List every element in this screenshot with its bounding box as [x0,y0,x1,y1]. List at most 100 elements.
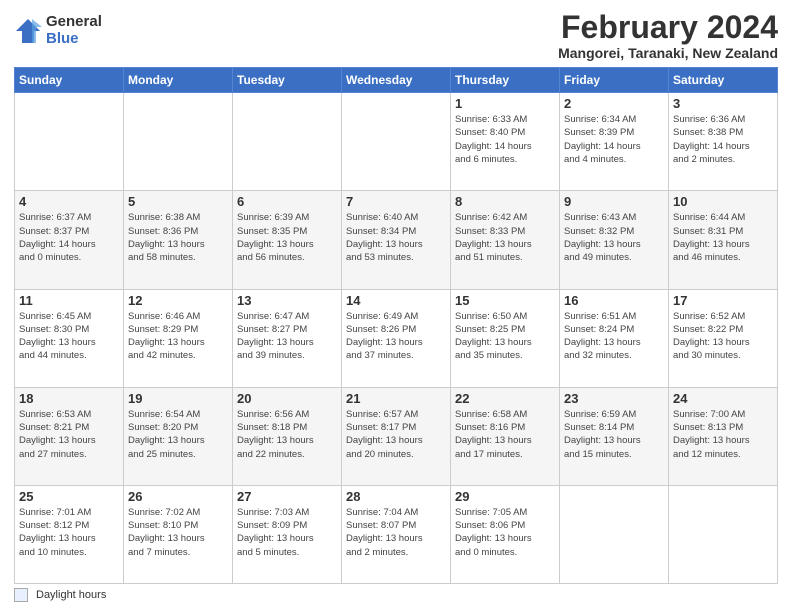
day-info: Sunrise: 7:01 AM Sunset: 8:12 PM Dayligh… [19,506,119,559]
calendar-cell: 3 Sunrise: 6:36 AM Sunset: 8:38 PM Daylig… [669,93,778,191]
day-info: Sunrise: 6:59 AM Sunset: 8:14 PM Dayligh… [564,408,664,461]
calendar-cell: 4Sunrise: 6:37 AM Sunset: 8:37 PM Daylig… [15,191,124,289]
day-number: 29 [455,489,555,504]
day-info: Sunrise: 6:45 AM Sunset: 8:30 PM Dayligh… [19,310,119,363]
day-info: Sunrise: 6:34 AM Sunset: 8:39 PM Dayligh… [564,113,664,166]
calendar-cell: 20Sunrise: 6:56 AM Sunset: 8:18 PM Dayli… [233,387,342,485]
logo-text: General Blue [46,14,102,47]
calendar-cell: 14 Sunrise: 6:49 AM Sunset: 8:26 PM Dayli… [342,289,451,387]
header: General Blue February 2024 Mangorei, Tar… [14,10,778,61]
calendar-header: Sunday Monday Tuesday Wednesday Thursday… [15,68,778,93]
day-info: Sunrise: 6:33 AM Sunset: 8:40 PM Dayligh… [455,113,555,166]
day-number: 16 [564,293,664,308]
day-number: 14 [346,293,446,308]
day-number: 3 [673,96,773,111]
day-number: 13 [237,293,337,308]
day-info: Sunrise: 6:56 AM Sunset: 8:18 PM Dayligh… [237,408,337,461]
day-number: 5 [128,194,228,209]
calendar-week-5: 25Sunrise: 7:01 AM Sunset: 8:12 PM Dayli… [15,485,778,583]
logo-blue-text: Blue [46,31,102,48]
day-info: Sunrise: 7:05 AM Sunset: 8:06 PM Dayligh… [455,506,555,559]
day-number: 21 [346,391,446,406]
calendar-cell: 29 Sunrise: 7:05 AM Sunset: 8:06 PM Dayli… [451,485,560,583]
weekday-saturday: Saturday [669,68,778,93]
day-info: Sunrise: 6:51 AM Sunset: 8:24 PM Dayligh… [564,310,664,363]
calendar-cell: 8Sunrise: 6:42 AM Sunset: 8:33 PM Daylig… [451,191,560,289]
calendar-cell [15,93,124,191]
calendar-cell: 27 Sunrise: 7:03 AM Sunset: 8:09 PM Dayli… [233,485,342,583]
calendar-cell: 19Sunrise: 6:54 AM Sunset: 8:20 PM Dayli… [124,387,233,485]
daylight-legend-box [14,588,28,602]
calendar-cell: 7 Sunrise: 6:40 AM Sunset: 8:34 PM Daylig… [342,191,451,289]
day-info: Sunrise: 7:02 AM Sunset: 8:10 PM Dayligh… [128,506,228,559]
calendar-week-2: 4Sunrise: 6:37 AM Sunset: 8:37 PM Daylig… [15,191,778,289]
day-number: 2 [564,96,664,111]
day-info: Sunrise: 7:04 AM Sunset: 8:07 PM Dayligh… [346,506,446,559]
weekday-row: Sunday Monday Tuesday Wednesday Thursday… [15,68,778,93]
calendar-cell: 13 Sunrise: 6:47 AM Sunset: 8:27 PM Dayli… [233,289,342,387]
calendar-cell: 2 Sunrise: 6:34 AM Sunset: 8:39 PM Daylig… [560,93,669,191]
day-info: Sunrise: 6:52 AM Sunset: 8:22 PM Dayligh… [673,310,773,363]
calendar-cell: 28 Sunrise: 7:04 AM Sunset: 8:07 PM Dayli… [342,485,451,583]
day-info: Sunrise: 6:46 AM Sunset: 8:29 PM Dayligh… [128,310,228,363]
day-number: 17 [673,293,773,308]
calendar-cell: 10Sunrise: 6:44 AM Sunset: 8:31 PM Dayli… [669,191,778,289]
day-number: 28 [346,489,446,504]
calendar-cell [124,93,233,191]
day-number: 24 [673,391,773,406]
day-number: 23 [564,391,664,406]
day-info: Sunrise: 6:40 AM Sunset: 8:34 PM Dayligh… [346,211,446,264]
day-number: 7 [346,194,446,209]
day-info: Sunrise: 6:36 AM Sunset: 8:38 PM Dayligh… [673,113,773,166]
day-info: Sunrise: 6:43 AM Sunset: 8:32 PM Dayligh… [564,211,664,264]
day-info: Sunrise: 6:44 AM Sunset: 8:31 PM Dayligh… [673,211,773,264]
calendar-week-3: 11Sunrise: 6:45 AM Sunset: 8:30 PM Dayli… [15,289,778,387]
calendar-cell [233,93,342,191]
calendar-cell: 16 Sunrise: 6:51 AM Sunset: 8:24 PM Dayli… [560,289,669,387]
day-info: Sunrise: 6:57 AM Sunset: 8:17 PM Dayligh… [346,408,446,461]
daylight-legend-label: Daylight hours [36,589,106,601]
day-info: Sunrise: 7:03 AM Sunset: 8:09 PM Dayligh… [237,506,337,559]
weekday-friday: Friday [560,68,669,93]
calendar-cell: 23 Sunrise: 6:59 AM Sunset: 8:14 PM Dayli… [560,387,669,485]
day-info: Sunrise: 6:50 AM Sunset: 8:25 PM Dayligh… [455,310,555,363]
calendar-cell: 17 Sunrise: 6:52 AM Sunset: 8:22 PM Dayli… [669,289,778,387]
calendar-cell [669,485,778,583]
title-block: February 2024 Mangorei, Taranaki, New Ze… [558,10,778,61]
day-info: Sunrise: 6:39 AM Sunset: 8:35 PM Dayligh… [237,211,337,264]
weekday-sunday: Sunday [15,68,124,93]
weekday-monday: Monday [124,68,233,93]
day-number: 22 [455,391,555,406]
calendar-week-4: 18 Sunrise: 6:53 AM Sunset: 8:21 PM Dayli… [15,387,778,485]
logo-general-text: General [46,14,102,31]
day-number: 27 [237,489,337,504]
calendar-cell: 11Sunrise: 6:45 AM Sunset: 8:30 PM Dayli… [15,289,124,387]
day-number: 19 [128,391,228,406]
page: General Blue February 2024 Mangorei, Tar… [0,0,792,612]
day-info: Sunrise: 7:00 AM Sunset: 8:13 PM Dayligh… [673,408,773,461]
weekday-thursday: Thursday [451,68,560,93]
day-info: Sunrise: 6:53 AM Sunset: 8:21 PM Dayligh… [19,408,119,461]
day-info: Sunrise: 6:49 AM Sunset: 8:26 PM Dayligh… [346,310,446,363]
day-number: 12 [128,293,228,308]
footer: Daylight hours [14,588,778,602]
calendar-cell: 24 Sunrise: 7:00 AM Sunset: 8:13 PM Dayli… [669,387,778,485]
day-number: 18 [19,391,119,406]
subtitle: Mangorei, Taranaki, New Zealand [558,45,778,61]
calendar-cell: 15Sunrise: 6:50 AM Sunset: 8:25 PM Dayli… [451,289,560,387]
calendar-body: 1 Sunrise: 6:33 AM Sunset: 8:40 PM Daylig… [15,93,778,584]
day-info: Sunrise: 6:47 AM Sunset: 8:27 PM Dayligh… [237,310,337,363]
day-number: 1 [455,96,555,111]
day-info: Sunrise: 6:37 AM Sunset: 8:37 PM Dayligh… [19,211,119,264]
day-number: 26 [128,489,228,504]
calendar-cell: 5Sunrise: 6:38 AM Sunset: 8:36 PM Daylig… [124,191,233,289]
calendar-cell [342,93,451,191]
calendar-cell: 18 Sunrise: 6:53 AM Sunset: 8:21 PM Dayli… [15,387,124,485]
calendar-cell: 6Sunrise: 6:39 AM Sunset: 8:35 PM Daylig… [233,191,342,289]
weekday-tuesday: Tuesday [233,68,342,93]
calendar-week-1: 1 Sunrise: 6:33 AM Sunset: 8:40 PM Daylig… [15,93,778,191]
calendar-cell: 1 Sunrise: 6:33 AM Sunset: 8:40 PM Daylig… [451,93,560,191]
calendar-cell: 22Sunrise: 6:58 AM Sunset: 8:16 PM Dayli… [451,387,560,485]
calendar-cell [560,485,669,583]
day-number: 8 [455,194,555,209]
